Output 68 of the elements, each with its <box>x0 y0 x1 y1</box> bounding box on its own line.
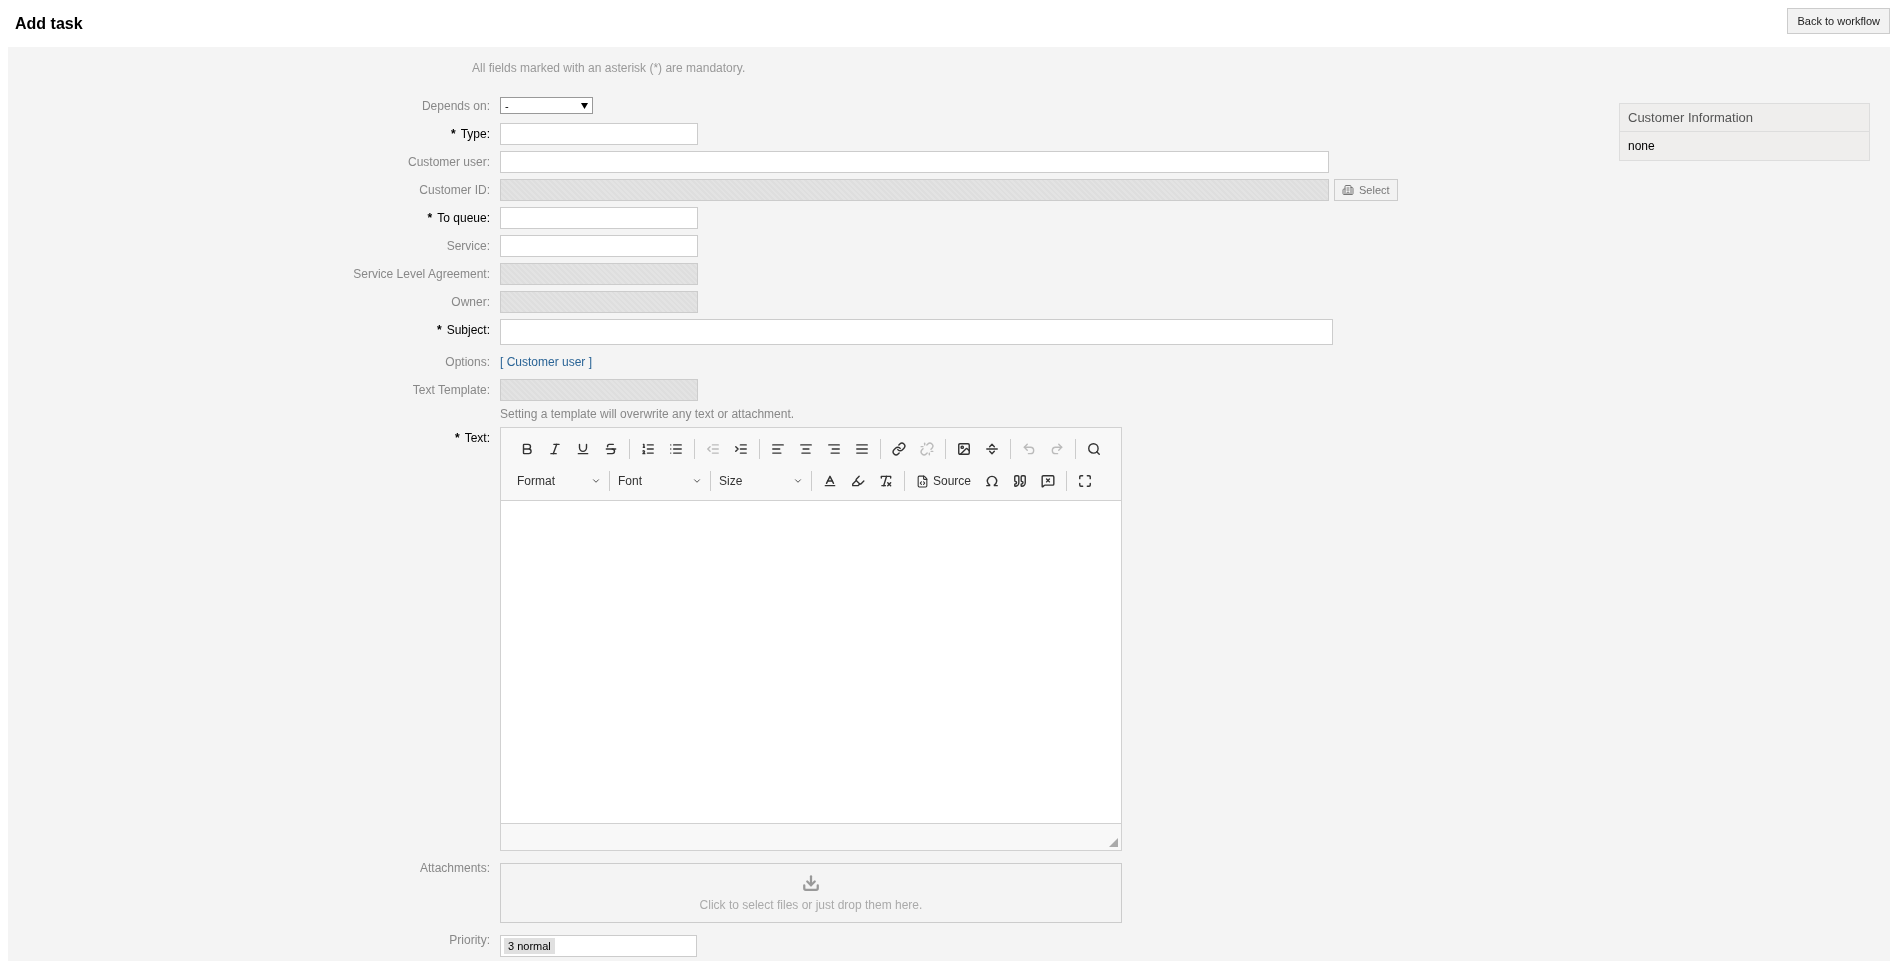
field-label: * Subject: <box>435 322 490 337</box>
italic-icon <box>548 442 562 456</box>
panel-value: none <box>1627 138 1656 155</box>
field-label: Owner: <box>450 294 490 309</box>
align-right-icon <box>827 442 841 456</box>
quote-icon <box>1013 474 1028 488</box>
strikethrough-icon <box>604 442 618 456</box>
input-field[interactable] <box>500 235 698 257</box>
field-label: * To queue: <box>426 210 490 225</box>
bold-icon <box>520 442 534 456</box>
undo-icon <box>1022 442 1036 456</box>
align-left-icon <box>771 442 785 456</box>
outdent-icon <box>706 442 720 456</box>
omega-icon <box>985 474 1000 488</box>
field-label: Attachments: <box>418 860 490 875</box>
remove-quote-icon <box>1041 474 1056 488</box>
bulleted-list-icon <box>669 442 683 456</box>
image-icon <box>957 442 971 456</box>
code-file-icon <box>916 474 929 488</box>
toolbar-dropdown[interactable]: Format <box>513 471 605 491</box>
page-title: Add task <box>15 14 83 33</box>
input-field[interactable] <box>500 319 1333 345</box>
input-field[interactable] <box>500 123 698 145</box>
field-label: Customer user: <box>406 154 490 169</box>
caret-icon <box>591 476 601 486</box>
numbered-list-icon <box>641 442 655 456</box>
maximize-icon <box>1078 474 1093 488</box>
priority-field[interactable]: 3 normal <box>500 935 697 957</box>
highlighter-icon <box>851 474 865 488</box>
field-label: Text Template: <box>411 382 490 397</box>
toolbar-dropdown[interactable]: Size <box>715 471 807 491</box>
field-label: Customer ID: <box>418 182 490 197</box>
input-field[interactable] <box>500 207 698 229</box>
toolbar-dropdown[interactable]: Font <box>614 471 706 491</box>
input-field[interactable] <box>500 151 1329 173</box>
remove-format-icon <box>879 474 893 488</box>
field-label: * Type: <box>449 126 490 141</box>
back-button[interactable]: Back to workflow <box>1787 7 1890 34</box>
download-icon <box>802 874 820 892</box>
hint-text: Setting a template will overwrite any text or attachment. <box>500 407 795 421</box>
field-label: Service Level Agreement: <box>352 266 490 281</box>
source-button[interactable]: Source <box>909 471 979 491</box>
horizontal-line-icon <box>985 442 999 456</box>
field-label: * Text: <box>454 430 490 445</box>
redo-icon <box>1050 442 1064 456</box>
text-color-icon <box>823 474 837 488</box>
drop-prompt: Click to select files or just drop them here. <box>699 898 923 912</box>
building-icon <box>1342 184 1354 196</box>
customer-user-link[interactable]: [ Customer user ] <box>500 351 593 369</box>
mandatory-note: All fields marked with an asterisk (*) are mandatory. <box>472 61 747 77</box>
field-label: Depends on: <box>420 98 490 113</box>
align-center-icon <box>799 442 813 456</box>
search-icon <box>1087 442 1101 456</box>
field-label: Options: <box>444 354 490 369</box>
resize-handle-icon[interactable] <box>1109 838 1118 847</box>
field-label: Service: <box>445 238 490 253</box>
caret-icon <box>581 102 588 109</box>
unlink-icon <box>920 442 934 456</box>
panel-title: Customer Information <box>1620 104 1869 132</box>
depends-on-select[interactable]: - <box>500 97 593 114</box>
link-icon <box>892 442 906 456</box>
caret-icon <box>692 476 702 486</box>
underline-icon <box>576 442 590 456</box>
field-label: Priority: <box>448 932 490 947</box>
caret-icon <box>793 476 803 486</box>
priority-tag: 3 normal <box>504 938 555 954</box>
justify-icon <box>855 442 869 456</box>
indent-icon <box>734 442 748 456</box>
